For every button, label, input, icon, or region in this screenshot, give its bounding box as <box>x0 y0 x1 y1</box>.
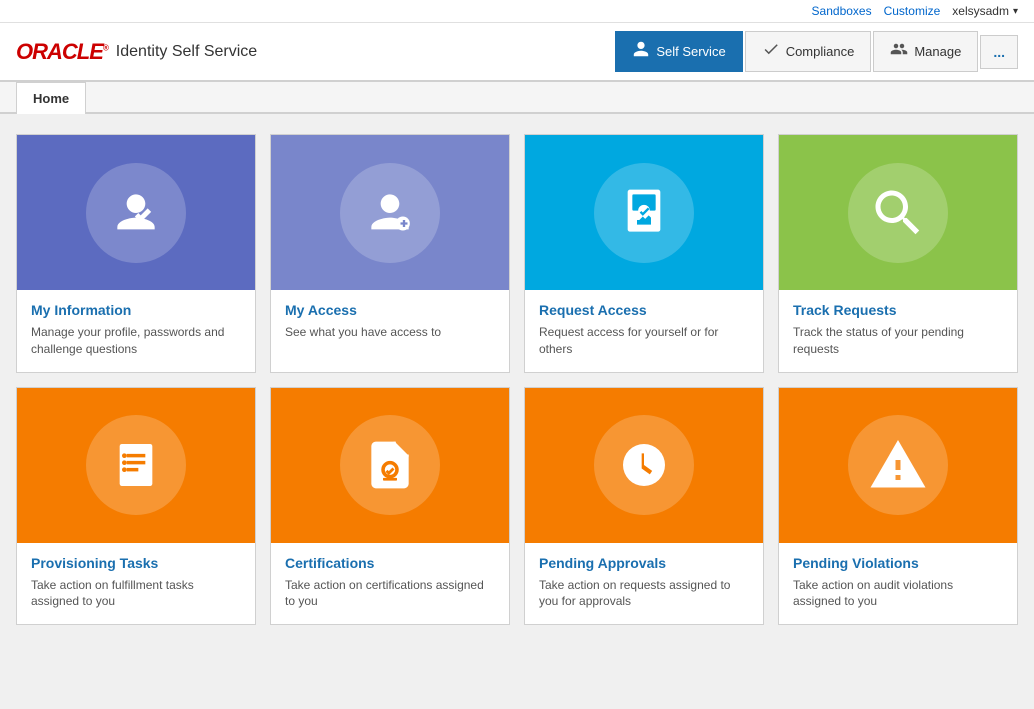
username-label: xelsysadm <box>952 4 1009 18</box>
pending-approvals-text: Pending Approvals Take action on request… <box>525 543 763 625</box>
provisioning-tasks-text: Provisioning Tasks Take action on fulfil… <box>17 543 255 625</box>
cards-row-1: My Information Manage your profile, pass… <box>16 134 1018 373</box>
self-service-nav-button[interactable]: Self Service <box>615 31 742 72</box>
app-title: Identity Self Service <box>116 43 257 61</box>
my-information-card[interactable]: My Information Manage your profile, pass… <box>16 134 256 373</box>
request-access-card[interactable]: Request Access Request access for yourse… <box>524 134 764 373</box>
provisioning-tasks-icon-circle <box>86 415 186 515</box>
certifications-desc: Take action on certifications assigned t… <box>285 577 495 611</box>
request-access-desc: Request access for yourself or for other… <box>539 324 749 358</box>
pending-approvals-title: Pending Approvals <box>539 555 749 571</box>
logo-area: ORACLE® Identity Self Service <box>16 39 257 65</box>
nav-buttons: Self Service Compliance Manage ... <box>615 31 1018 72</box>
my-access-card[interactable]: My Access See what you have access to <box>270 134 510 373</box>
my-access-desc: See what you have access to <box>285 324 495 341</box>
pending-violations-title: Pending Violations <box>793 555 1003 571</box>
provisioning-tasks-title: Provisioning Tasks <box>31 555 241 571</box>
pending-violations-icon-area <box>779 388 1017 543</box>
track-requests-text: Track Requests Track the status of your … <box>779 290 1017 372</box>
my-information-desc: Manage your profile, passwords and chall… <box>31 324 241 358</box>
request-access-text: Request Access Request access for yourse… <box>525 290 763 372</box>
track-requests-icon-circle <box>848 163 948 263</box>
certifications-icon-circle <box>340 415 440 515</box>
pending-approvals-desc: Take action on requests assigned to you … <box>539 577 749 611</box>
certifications-title: Certifications <box>285 555 495 571</box>
customize-link[interactable]: Customize <box>884 4 941 18</box>
request-access-title: Request Access <box>539 302 749 318</box>
pending-approvals-card[interactable]: Pending Approvals Take action on request… <box>524 387 764 626</box>
manage-nav-button[interactable]: Manage <box>873 31 978 72</box>
my-information-icon-circle <box>86 163 186 263</box>
pending-violations-text: Pending Violations Take action on audit … <box>779 543 1017 625</box>
oracle-logo: ORACLE® <box>16 39 108 65</box>
request-access-icon-circle <box>594 163 694 263</box>
tab-home[interactable]: Home <box>16 82 86 114</box>
pending-approvals-icon-area <box>525 388 763 543</box>
pending-violations-card[interactable]: Pending Violations Take action on audit … <box>778 387 1018 626</box>
track-requests-desc: Track the status of your pending request… <box>793 324 1003 358</box>
pending-approvals-icon-circle <box>594 415 694 515</box>
user-menu-arrow-icon: ▾ <box>1013 6 1018 17</box>
compliance-nav-button[interactable]: Compliance <box>745 31 872 72</box>
header-main: ORACLE® Identity Self Service Self Servi… <box>0 23 1034 82</box>
user-menu[interactable]: xelsysadm ▾ <box>952 4 1018 18</box>
request-access-icon-area <box>525 135 763 290</box>
my-access-title: My Access <box>285 302 495 318</box>
my-access-text: My Access See what you have access to <box>271 290 509 355</box>
compliance-nav-label: Compliance <box>786 44 855 59</box>
manage-nav-label: Manage <box>914 44 961 59</box>
main-content: My Information Manage your profile, pass… <box>0 114 1034 659</box>
pending-violations-icon-circle <box>848 415 948 515</box>
self-service-icon <box>632 40 650 63</box>
my-access-icon-circle <box>340 163 440 263</box>
my-information-text: My Information Manage your profile, pass… <box>17 290 255 372</box>
header-top: Sandboxes Customize xelsysadm ▾ <box>0 0 1034 23</box>
more-nav-button[interactable]: ... <box>980 35 1018 69</box>
my-information-icon-area <box>17 135 255 290</box>
my-information-title: My Information <box>31 302 241 318</box>
provisioning-tasks-desc: Take action on fulfillment tasks assigne… <box>31 577 241 611</box>
certifications-icon-area <box>271 388 509 543</box>
manage-icon <box>890 40 908 63</box>
certifications-card[interactable]: Certifications Take action on certificat… <box>270 387 510 626</box>
provisioning-tasks-icon-area <box>17 388 255 543</box>
cards-row-2: Provisioning Tasks Take action on fulfil… <box>16 387 1018 626</box>
certifications-text: Certifications Take action on certificat… <box>271 543 509 625</box>
my-access-icon-area <box>271 135 509 290</box>
track-requests-icon-area <box>779 135 1017 290</box>
track-requests-card[interactable]: Track Requests Track the status of your … <box>778 134 1018 373</box>
tabs-bar: Home <box>0 82 1034 114</box>
compliance-icon <box>762 40 780 63</box>
sandboxes-link[interactable]: Sandboxes <box>812 4 872 18</box>
self-service-nav-label: Self Service <box>656 44 725 59</box>
track-requests-title: Track Requests <box>793 302 1003 318</box>
pending-violations-desc: Take action on audit violations assigned… <box>793 577 1003 611</box>
provisioning-tasks-card[interactable]: Provisioning Tasks Take action on fulfil… <box>16 387 256 626</box>
